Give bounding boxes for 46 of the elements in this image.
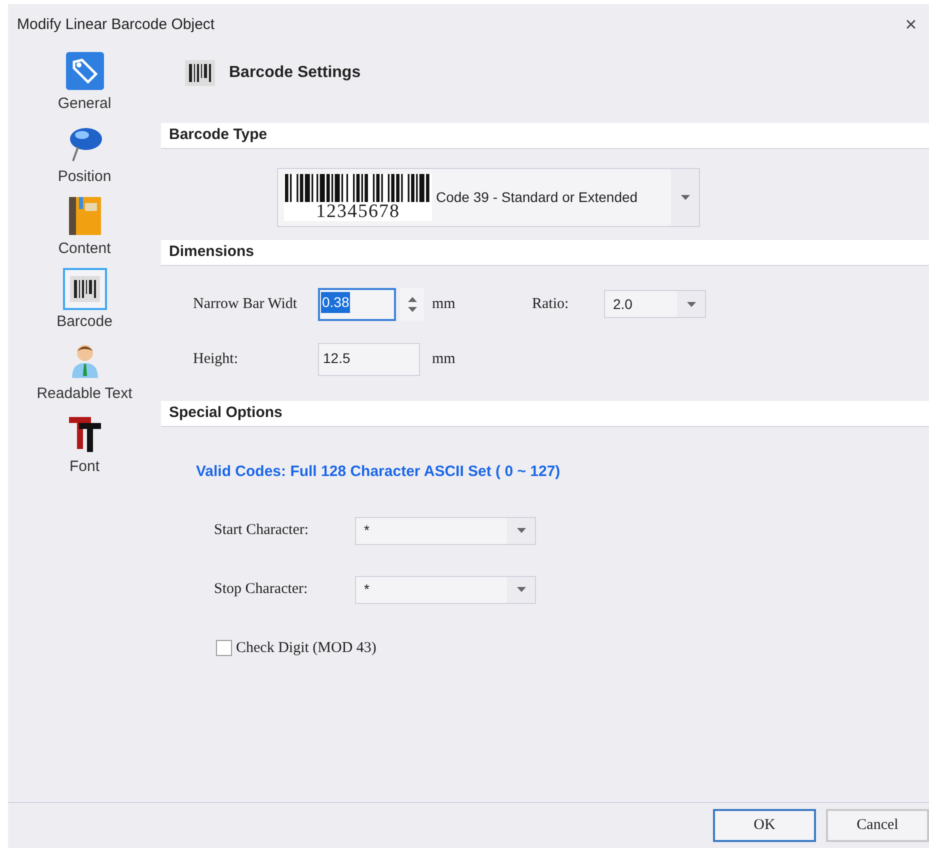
sidebar-item[interactable]: Position <box>10 122 160 195</box>
tag-icon <box>66 52 104 90</box>
caret-icon <box>516 587 526 592</box>
close-button[interactable]: × <box>899 13 923 37</box>
dialog-button[interactable]: OK <box>713 809 816 842</box>
field-label: Start Character: <box>214 521 310 540</box>
selected-text: 0.38 <box>321 292 350 312</box>
section-header: Special Options <box>161 401 929 427</box>
field-label: Stop Character: <box>214 580 309 600</box>
caret-icon <box>686 302 696 306</box>
checkbox[interactable] <box>216 640 232 656</box>
down-arrow-icon <box>408 306 416 312</box>
dialog-button[interactable]: Cancel <box>826 809 929 842</box>
window-title: Modify Linear Barcode Object <box>17 14 216 35</box>
sidebar-item[interactable]: Readable Text <box>10 340 160 412</box>
narrow-bar-width-field[interactable]: 0.38 <box>318 288 396 320</box>
up-arrow-icon <box>408 296 416 302</box>
page-title: Barcode Settings <box>229 63 361 83</box>
height-field[interactable]: 12.5 <box>318 342 420 376</box>
field-label: Narrow Bar Widt <box>193 294 298 314</box>
person-icon <box>70 342 100 380</box>
dropdown[interactable]: 2.0 <box>604 290 706 318</box>
section-header: Dimensions <box>161 240 929 266</box>
field-label: Ratio: <box>532 294 570 314</box>
barcode-type-value: Code 39 - Standard or Extended <box>435 188 639 207</box>
barcode-icon <box>70 276 100 302</box>
font-icon <box>66 414 102 452</box>
barcode-digits: 12345678 <box>316 202 400 221</box>
sidebar-item[interactable]: Content <box>10 195 160 268</box>
caret-icon <box>680 195 690 200</box>
spin-buttons[interactable] <box>400 288 424 320</box>
field-label: Height: <box>193 350 239 369</box>
valid-codes-text: Valid Codes: Full 128 Character ASCII Set ( 0 ~ 127) <box>195 462 562 482</box>
book-icon <box>68 197 100 235</box>
sidebar-item[interactable]: Font <box>10 412 160 485</box>
sidebar-item[interactable]: Barcode <box>10 268 160 340</box>
unit-label: mm <box>432 294 456 314</box>
check-digit-checkbox[interactable]: Check Digit (MOD 43) <box>216 636 376 659</box>
unit-label: mm <box>432 350 456 369</box>
dropdown[interactable]: * <box>355 516 536 544</box>
barcode-icon <box>185 60 215 86</box>
dropdown[interactable]: * <box>355 576 536 604</box>
barcode-type-dropdown[interactable]: 12345678 Code 39 - Standard or Extended <box>277 168 700 227</box>
caret-icon <box>516 528 526 533</box>
section-header: Barcode Type <box>161 123 929 149</box>
sidebar-item[interactable]: General <box>10 50 160 122</box>
